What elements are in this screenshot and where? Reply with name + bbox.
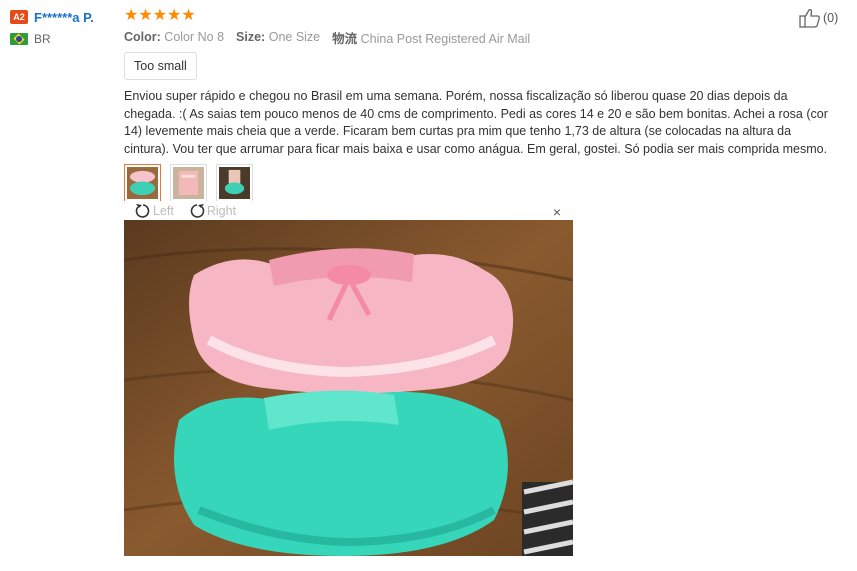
photo-thumbnails: [124, 164, 834, 209]
brazil-flag-icon: [10, 33, 28, 45]
fit-tag: Too small: [124, 52, 197, 80]
photo-viewer: Left Right ×: [124, 201, 573, 557]
rotate-left-icon: [135, 203, 150, 218]
review-text: Enviou super rápido e chegou no Brasil e…: [124, 89, 828, 156]
attr-color-value: Color No 8: [164, 30, 225, 44]
star-icon: ★: [138, 7, 153, 24]
attr-color: Color: Color No 8: [124, 30, 224, 44]
reviewer-name-row: A2 F******a P.: [10, 8, 120, 26]
reviewer-country: BR: [34, 32, 51, 46]
review-photo: [124, 220, 573, 556]
rotate-left-button[interactable]: Left: [134, 202, 174, 220]
reviewer-level-badge: A2: [10, 10, 28, 24]
attr-size-label: Size:: [236, 30, 266, 44]
reviewer-name[interactable]: F******a P.: [34, 10, 94, 25]
thumbnail-1-image: [127, 167, 158, 199]
star-icon: ★: [167, 7, 182, 24]
thumbs-up-icon: [799, 9, 820, 28]
helpful-count: (0): [823, 11, 839, 25]
order-attributes: Color: Color No 8 Size: One Size 物流 Chin…: [124, 28, 834, 46]
review-photo-image: [124, 220, 573, 556]
thumbnail-3-image: [219, 167, 250, 199]
star-icon: ★: [152, 7, 168, 24]
attr-shipping: 物流 China Post Registered Air Mail: [332, 28, 530, 47]
review-body: ★ ★ ★ ★ ★ Color: Color No 8 Size: One Si…: [124, 8, 834, 209]
rotate-right-button[interactable]: Right: [188, 202, 236, 220]
rotate-right-label: Right: [206, 203, 237, 218]
attr-shipping-value: China Post Registered Air Mail: [360, 31, 531, 46]
helpful-button[interactable]: (0): [799, 8, 838, 28]
reviewer-country-row: BR: [10, 30, 120, 48]
star-icon: ★: [181, 7, 196, 24]
attr-color-label: Color:: [124, 30, 161, 44]
rotate-right-icon: [190, 203, 205, 218]
reviewer-info: A2 F******a P. BR: [10, 8, 120, 48]
viewer-toolbar: Left Right ×: [124, 201, 573, 220]
thumbnail-2-image: [173, 167, 204, 199]
thumbnail-3[interactable]: [216, 164, 253, 202]
attr-shipping-label: 物流: [332, 31, 358, 46]
thumbnail-1[interactable]: [124, 164, 161, 209]
attr-size: Size: One Size: [236, 30, 320, 44]
star-icon: ★: [124, 7, 139, 24]
thumbnail-2[interactable]: [170, 164, 207, 202]
rotate-left-label: Left: [153, 203, 174, 218]
close-icon[interactable]: ×: [553, 205, 561, 219]
star-rating: ★ ★ ★ ★ ★: [124, 8, 834, 24]
attr-size-value: One Size: [268, 30, 321, 44]
